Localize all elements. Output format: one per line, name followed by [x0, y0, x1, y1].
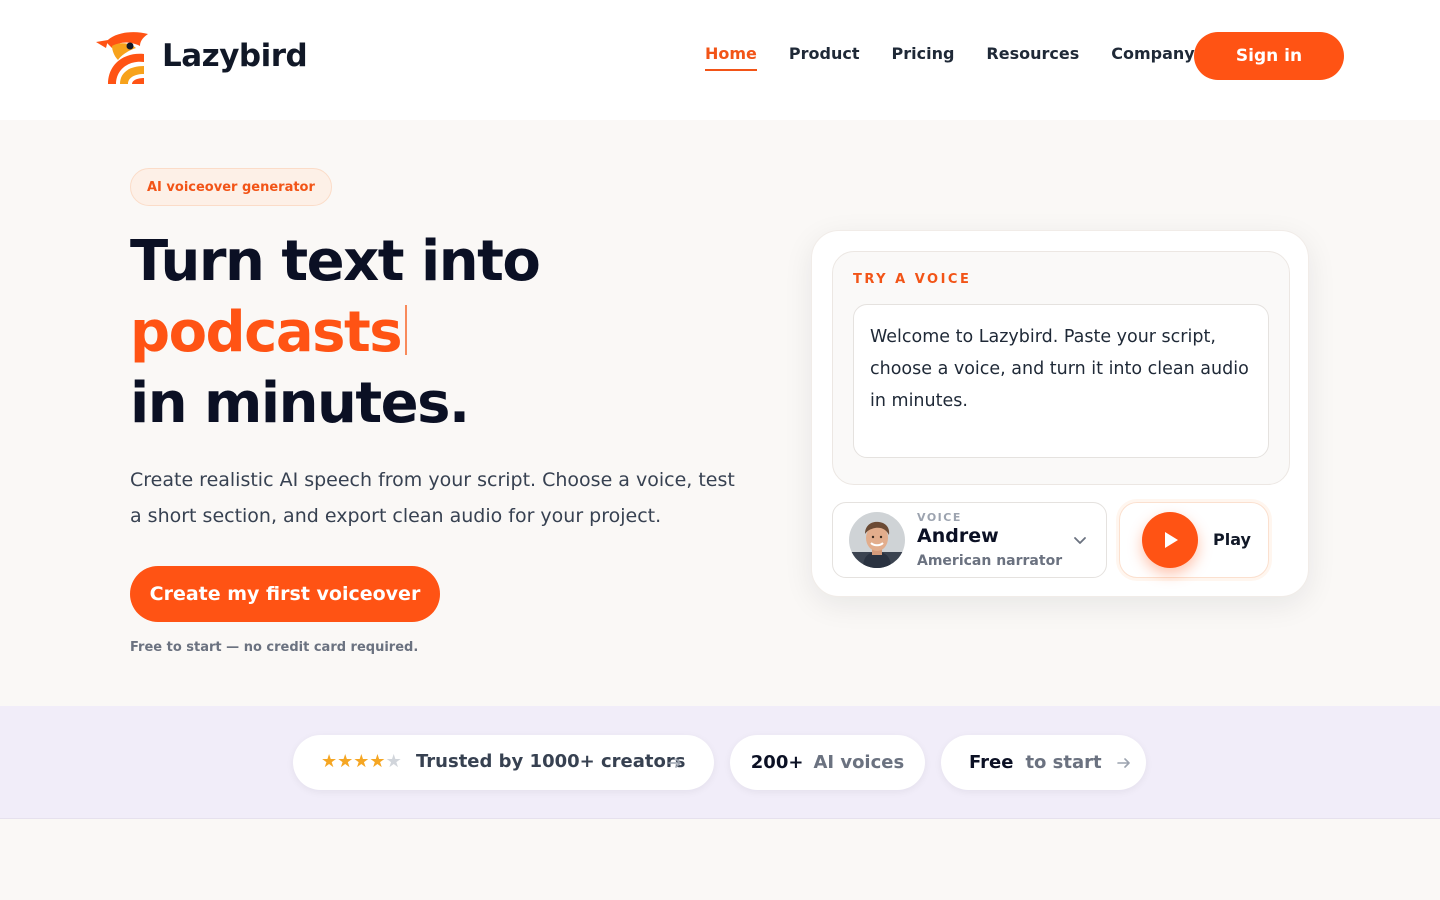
script-input[interactable]: Welcome to Lazybird. Paste your script, …: [853, 304, 1269, 458]
star-icon: ★: [369, 751, 386, 772]
page-bottom: [0, 820, 1440, 900]
cta-note: Free to start — no credit card required.: [130, 640, 419, 655]
create-voiceover-button[interactable]: Create my first voiceover: [130, 566, 440, 622]
sign-in-button[interactable]: Sign in: [1194, 32, 1344, 80]
creators-text: Trusted by 1000+ creators: [416, 751, 686, 772]
voice-description: American narrator: [917, 553, 1063, 569]
voices-count: 200+: [750, 752, 804, 773]
play-label: Play: [1213, 530, 1251, 549]
free-text: to start: [1025, 752, 1102, 773]
script-panel: TRY A VOICE Welcome to Lazybird. Paste y…: [832, 251, 1290, 485]
voices-text: AI voices: [813, 752, 905, 773]
nav-pricing[interactable]: Pricing: [892, 44, 955, 71]
arrow-right-icon: [1116, 757, 1130, 768]
hero-badge: AI voiceover generator: [130, 168, 332, 206]
brand-logo[interactable]: Lazybird: [96, 28, 308, 84]
star-icon: ★: [385, 751, 402, 772]
creators-pill[interactable]: ★ ★ ★ ★ ★ Trusted by 1000+ creators: [293, 735, 714, 790]
demo-title: TRY A VOICE: [853, 272, 972, 287]
voice-selector[interactable]: VOICE Andrew American narrator: [832, 502, 1107, 578]
star-icon: ★: [337, 751, 354, 772]
rating-stars: ★ ★ ★ ★ ★: [321, 753, 402, 771]
chevron-down-icon: [1074, 537, 1086, 544]
nav-resources[interactable]: Resources: [986, 44, 1079, 71]
main-nav: Home Product Pricing Resources Company: [705, 44, 1195, 71]
star-icon: ★: [321, 751, 338, 772]
voice-label: VOICE: [917, 511, 962, 524]
headline-line-1: Turn text into: [130, 229, 541, 294]
nav-company[interactable]: Company: [1111, 44, 1194, 71]
brand-name: Lazybird: [162, 38, 308, 74]
headline-line-3: in minutes.: [130, 371, 470, 436]
free-strong: Free: [969, 752, 1014, 773]
headline-line-2: podcasts: [130, 297, 539, 368]
typing-caret: [405, 305, 408, 355]
nav-home[interactable]: Home: [705, 44, 757, 71]
play-icon: [1142, 512, 1198, 568]
free-pill[interactable]: Free to start: [941, 735, 1146, 790]
voice-demo-card: TRY A VOICE Welcome to Lazybird. Paste y…: [811, 230, 1309, 597]
hero-subtitle: Create realistic AI speech from your scr…: [130, 469, 735, 527]
play-button[interactable]: Play: [1119, 502, 1269, 578]
site-header: Lazybird Home Product Pricing Resources …: [0, 0, 1440, 120]
hero-headline: Turn text into podcasts in minutes.: [130, 226, 541, 439]
arrow-right-icon: [668, 758, 681, 768]
voices-pill: 200+ AI voices: [730, 735, 925, 790]
star-icon: ★: [353, 751, 370, 772]
bird-logo-icon: [96, 32, 148, 84]
nav-product[interactable]: Product: [789, 44, 860, 71]
voice-name: Andrew: [917, 525, 999, 547]
trust-band: ★ ★ ★ ★ ★ Trusted by 1000+ creators 200+…: [0, 706, 1440, 819]
headline-accent: podcasts: [130, 300, 403, 365]
avatar: [849, 512, 905, 568]
